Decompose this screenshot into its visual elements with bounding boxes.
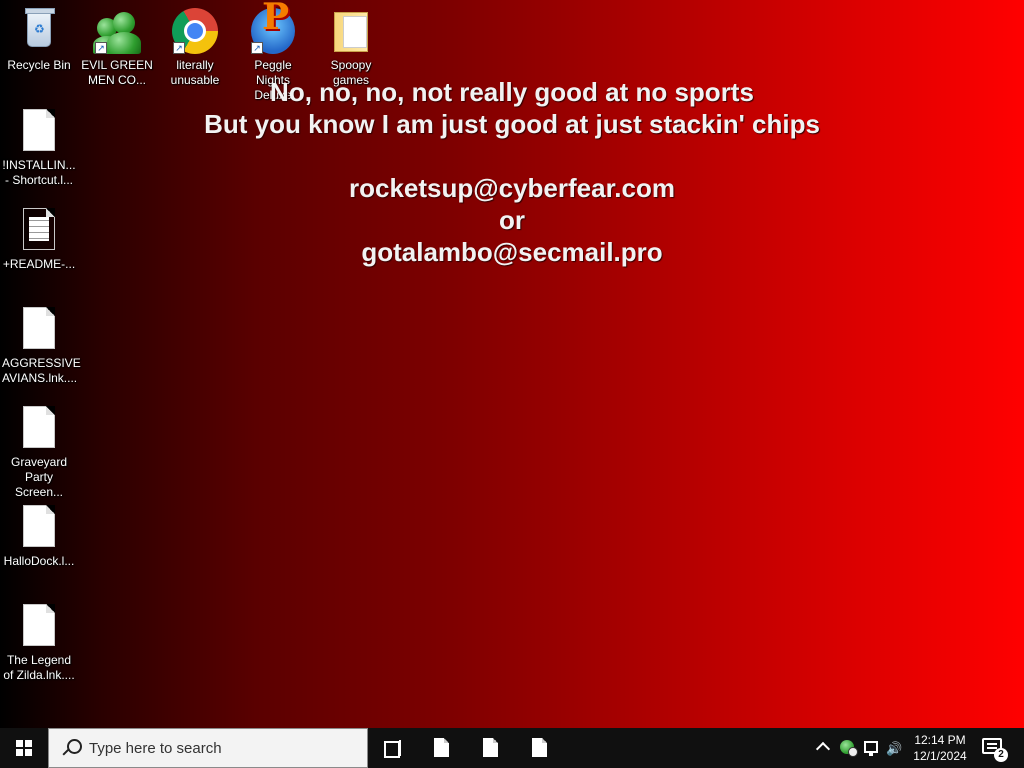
- desktop-icon-recycle-bin[interactable]: ♻ Recycle Bin: [0, 8, 78, 73]
- shortcut-arrow-icon: ↗: [251, 42, 263, 54]
- taskbar-app-1[interactable]: [422, 728, 462, 768]
- desktop-icon-hallodock[interactable]: HalloDock.l...: [0, 504, 78, 569]
- volume-icon[interactable]: 🔊: [886, 741, 902, 757]
- ransom-note-email-1: rocketsup@cyberfear.com: [349, 173, 675, 203]
- ransom-note-line-1: No, no, no, not really good at no sports: [270, 77, 754, 107]
- windows-logo-icon: [16, 740, 32, 756]
- taskbar-app-2[interactable]: [471, 728, 511, 768]
- file-icon: [15, 603, 63, 651]
- desktop-icon-label: The Legend of Zilda.lnk....: [3, 653, 75, 682]
- network-icon[interactable]: [864, 741, 878, 756]
- search-icon: [61, 738, 82, 758]
- start-button[interactable]: [0, 728, 48, 768]
- file-icon: [15, 405, 63, 453]
- desktop-icon-aggressive-avians[interactable]: AGGRESSIVE AVIANS.lnk....: [0, 306, 81, 386]
- desktop-icon-label: HalloDock.l...: [3, 554, 75, 568]
- desktop-icon-label: Graveyard Party Screen...: [10, 455, 68, 499]
- tray-app-icon[interactable]: [840, 740, 858, 757]
- clock-date: 12/1/2024: [913, 749, 967, 763]
- green-men-icon: ↗: [93, 8, 141, 56]
- ransom-note-line-2: But you know I am just good at just stac…: [204, 109, 820, 139]
- desktop-icon-graveyard-party[interactable]: Graveyard Party Screen...: [0, 405, 78, 500]
- notification-badge: 2: [994, 748, 1008, 762]
- folder-icon: [327, 8, 375, 56]
- chrome-icon: ↗: [171, 8, 219, 56]
- clock[interactable]: 12:14 PM 12/1/2024: [905, 732, 975, 764]
- peggle-icon: P ↗: [249, 0, 297, 56]
- taskbar-app-3[interactable]: [520, 728, 560, 768]
- desktop-icon-label: AGGRESSIVE AVIANS.lnk....: [2, 356, 81, 385]
- file-icon: [15, 306, 63, 354]
- taskbar: Type here to search 🔊 12:14 PM 12/1/2024…: [0, 728, 1024, 768]
- recycle-bin-icon: ♻: [15, 8, 63, 56]
- search-box[interactable]: Type here to search: [48, 728, 368, 768]
- clock-time: 12:14 PM: [914, 733, 966, 747]
- search-input[interactable]: Type here to search: [89, 740, 222, 757]
- file-icon: [434, 738, 449, 757]
- desktop-icon-label: Recycle Bin: [7, 58, 71, 72]
- ransom-note-email-2: gotalambo@secmail.pro: [361, 237, 663, 267]
- shortcut-arrow-icon: ↗: [173, 42, 185, 54]
- desktop-icon-legend-of-zilda[interactable]: The Legend of Zilda.lnk....: [0, 603, 78, 683]
- file-icon: [15, 504, 63, 552]
- chevron-up-icon[interactable]: [815, 741, 831, 757]
- file-icon: [483, 738, 498, 757]
- ransom-note-or: or: [499, 205, 525, 235]
- shortcut-arrow-icon: ↗: [95, 42, 107, 54]
- file-icon: [532, 738, 547, 757]
- task-view-button[interactable]: [380, 728, 404, 768]
